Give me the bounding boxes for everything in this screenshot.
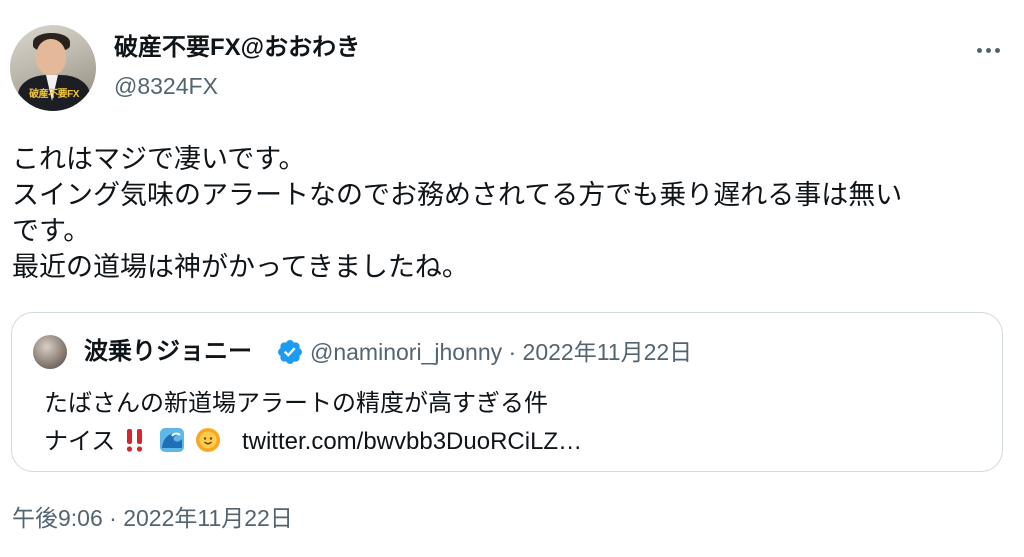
author-avatar[interactable]: 破産不要FX — [10, 25, 96, 111]
quoted-handle-date[interactable]: @naminori_jhonny · 2022年11月22日 — [310, 337, 692, 367]
quoted-text-line: たばさんの新道場アラートの精度が高すぎる件 — [44, 390, 548, 417]
author-display-name[interactable]: 破産不要FX@おおわき — [114, 33, 360, 63]
more-dot-icon — [994, 47, 1000, 53]
author-handle[interactable]: @8324FX — [114, 72, 218, 100]
quoted-author-avatar[interactable] — [33, 335, 67, 369]
quoted-text-line: ナイス twitter.com/bwvbb3DuoRCiLZ… — [44, 423, 582, 461]
quoted-link[interactable]: twitter.com/bwvbb3DuoRCiLZ… — [242, 428, 582, 455]
more-dot-icon — [976, 47, 982, 53]
more-options-button[interactable] — [966, 34, 1010, 66]
tweet-text: これはマジで凄いです。 スイング気味のアラートなのでお務めされてる方でも乗り遅れ… — [12, 141, 1012, 285]
tweet-timestamp[interactable]: 午後9:06 · 2022年11月22日 — [12, 503, 293, 533]
avatar-caption: 破産不要FX — [29, 89, 79, 100]
tweet-text-line: スイング気味のアラートなのでお務めされてる方でも乗り遅れる事は無い — [12, 180, 903, 210]
double-exclamation-icon — [126, 429, 143, 452]
quoted-author-name[interactable]: 波乗りジョニー — [84, 337, 252, 367]
sun-icon — [196, 428, 221, 452]
quoted-text-prefix: ナイス — [44, 428, 116, 455]
quoted-text: たばさんの新道場アラートの精度が高すぎる件 ナイス twitter.com/bw… — [44, 385, 582, 461]
avatar-head — [36, 39, 66, 75]
verified-badge-icon — [278, 340, 302, 364]
tweet-card: 破産不要FX 破産不要FX@おおわき @8324FX これはマジで凄いです。 ス… — [0, 0, 1024, 557]
tweet-text-line: これはマジで凄いです。 — [12, 144, 306, 174]
more-dot-icon — [985, 47, 991, 53]
tweet-text-line: です。 — [12, 216, 91, 246]
quoted-tweet[interactable]: 波乗りジョニー @naminori_jhonny · 2022年11月22日 た… — [11, 312, 1003, 472]
tweet-text-line: 最近の道場は神がかってきましたね。 — [12, 252, 469, 282]
wave-icon — [159, 428, 184, 452]
